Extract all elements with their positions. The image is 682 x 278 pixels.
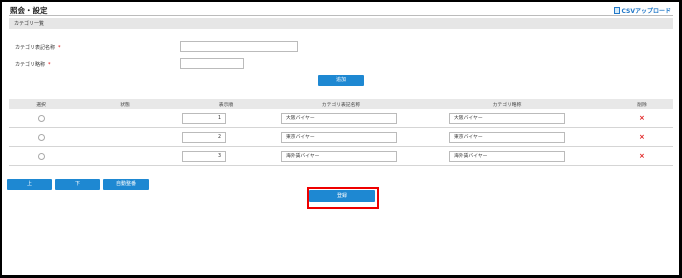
row-select-radio[interactable] <box>38 134 45 141</box>
table-row: 1 大阪バイヤー 大阪バイヤー × <box>9 109 673 128</box>
section-title: カテゴリ一覧 <box>14 21 45 27</box>
section-header: カテゴリ一覧 <box>9 18 673 29</box>
display-name-input[interactable] <box>180 41 298 52</box>
auto-sort-button[interactable]: 自動整番 <box>103 179 149 190</box>
short-name-cell-input[interactable]: 海外賃バイヤー <box>449 151 565 162</box>
table-row: 3 海外賃バイヤー 海外賃バイヤー × <box>9 147 673 166</box>
row-select-radio[interactable] <box>38 115 45 122</box>
th-status: 状態 <box>120 103 130 108</box>
table-row: 2 東京バイヤー 東京バイヤー × <box>9 128 673 147</box>
row-select-radio[interactable] <box>38 153 45 160</box>
move-up-button[interactable]: 上 <box>7 179 52 190</box>
csv-upload-label: CSVアップロード <box>621 8 671 15</box>
upload-icon <box>613 7 620 14</box>
short-name-cell-input[interactable]: 東京バイヤー <box>449 132 565 143</box>
table-header: 選択 状態 表示順 カテゴリ表記名称 カテゴリ略称 削除 <box>9 99 673 109</box>
th-order: 表示順 <box>218 103 234 108</box>
highlight-box <box>307 187 379 209</box>
order-input[interactable]: 2 <box>182 132 226 143</box>
required-mark: * <box>48 62 51 68</box>
delete-icon[interactable]: × <box>639 134 645 141</box>
delete-icon[interactable]: × <box>639 115 645 122</box>
short-name-label: カテゴリ略称 * <box>15 62 51 68</box>
display-name-cell-input[interactable]: 海外賃バイヤー <box>281 151 397 162</box>
display-name-label: カテゴリ表記名称 * <box>15 45 61 51</box>
order-input[interactable]: 3 <box>182 151 226 162</box>
window-frame: 照会・設定 CSVアップロード カテゴリ一覧 カテゴリ表記名称 * カテゴリ略称 *… <box>2 2 679 275</box>
order-input[interactable]: 1 <box>182 113 226 124</box>
display-name-cell-input[interactable]: 大阪バイヤー <box>281 113 397 124</box>
display-name-cell-input[interactable]: 東京バイヤー <box>281 132 397 143</box>
required-mark: * <box>58 45 61 51</box>
th-short-name: カテゴリ略称 <box>492 103 522 108</box>
move-down-button[interactable]: 下 <box>55 179 100 190</box>
csv-upload-link[interactable]: CSVアップロード <box>613 6 671 15</box>
add-button[interactable]: 追加 <box>318 75 364 86</box>
th-delete: 削除 <box>637 103 647 108</box>
short-name-cell-input[interactable]: 大阪バイヤー <box>449 113 565 124</box>
th-select: 選択 <box>36 103 46 108</box>
delete-icon[interactable]: × <box>639 153 645 160</box>
short-name-input[interactable] <box>180 58 244 69</box>
header-divider <box>9 15 673 16</box>
th-display-name: カテゴリ表記名称 <box>321 103 361 108</box>
